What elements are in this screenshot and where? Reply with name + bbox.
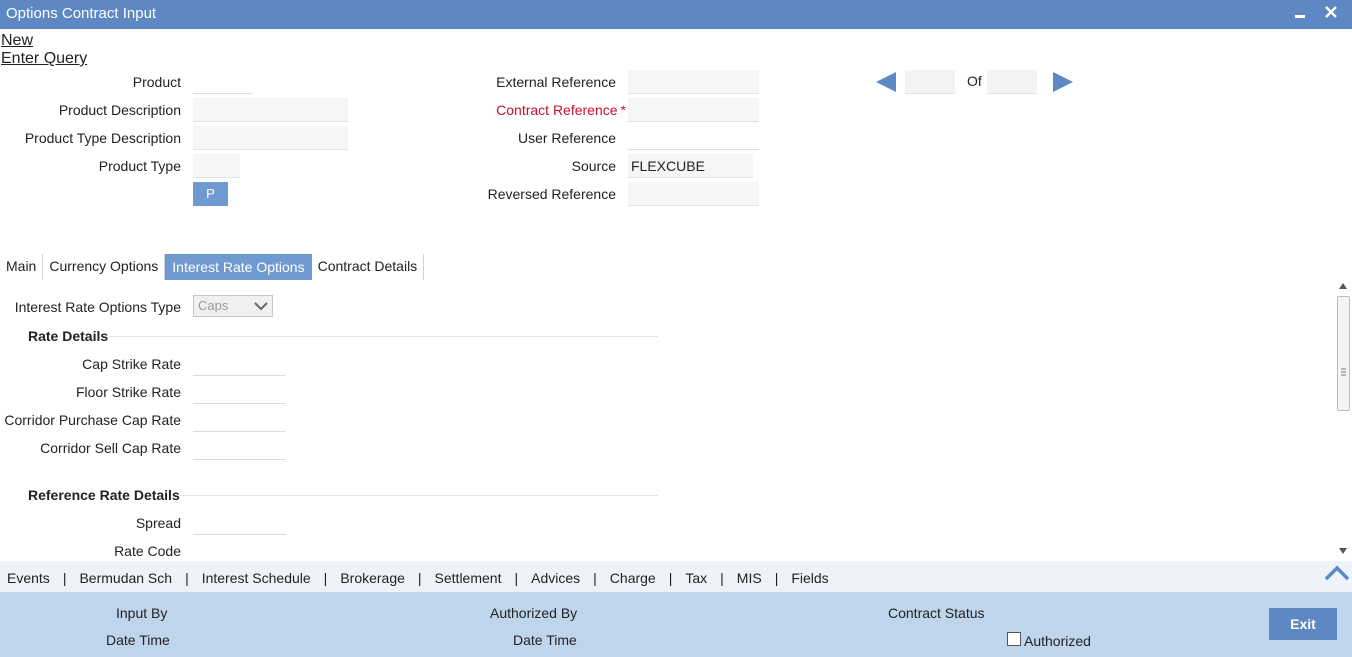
product-lookup-button[interactable]: P: [193, 182, 228, 206]
external-reference-field[interactable]: [628, 70, 759, 94]
minimize-icon[interactable]: [1289, 2, 1311, 24]
product-type-label: Product Type: [98, 158, 181, 174]
separator: |: [593, 570, 597, 586]
arrow-right-icon[interactable]: [1051, 70, 1075, 94]
chevron-up-icon[interactable]: [1324, 563, 1350, 583]
reversed-reference-field[interactable]: [628, 182, 759, 206]
link-events[interactable]: Events: [7, 570, 50, 586]
window-title-bar: Options Contract Input: [0, 0, 1352, 29]
corridor-purchase-cap-rate-input[interactable]: [193, 408, 286, 432]
tab-contract-details[interactable]: Contract Details: [312, 254, 425, 280]
separator: |: [417, 570, 422, 586]
interest-rate-options-type-value: Caps: [198, 298, 229, 313]
corridor-sell-cap-rate-label: Corridor Sell Cap Rate: [40, 440, 181, 456]
audit-footer: Input By Date Time Authorized By Date Ti…: [0, 592, 1352, 657]
separator: |: [62, 570, 67, 586]
product-description-field[interactable]: [193, 98, 348, 122]
scroll-up-icon[interactable]: [1339, 283, 1347, 289]
corridor-sell-cap-rate-input[interactable]: [193, 436, 286, 460]
link-brokerage[interactable]: Brokerage: [340, 570, 405, 586]
link-charge[interactable]: Charge: [610, 570, 656, 586]
required-marker: *: [620, 102, 626, 118]
tab-currency-options[interactable]: Currency Options: [43, 254, 166, 280]
contract-reference-field[interactable]: [628, 98, 759, 122]
grip-icon: [1341, 368, 1346, 376]
authorized-date-time-label: Date Time: [513, 632, 577, 648]
reference-rate-details-heading: Reference Rate Details: [28, 487, 180, 503]
link-bermudan-sch[interactable]: Bermudan Sch: [79, 570, 172, 586]
total-records-field[interactable]: [987, 70, 1037, 94]
chevron-down-icon: [254, 302, 268, 311]
user-reference-input[interactable]: [628, 126, 759, 150]
product-description-label: Product Description: [58, 102, 181, 118]
tab-bar: Main Currency Options Interest Rate Opti…: [0, 254, 425, 280]
link-mis[interactable]: MIS: [737, 570, 762, 586]
input-by-label: Input By: [116, 605, 168, 621]
separator: |: [185, 570, 189, 586]
scroll-down-icon[interactable]: [1339, 548, 1347, 554]
input-date-time-label: Date Time: [106, 632, 170, 648]
tab-main[interactable]: Main: [0, 254, 44, 280]
separator: |: [774, 570, 779, 586]
source-field[interactable]: [628, 154, 753, 178]
corridor-purchase-cap-rate-label: Corridor Purchase Cap Rate: [4, 412, 181, 428]
contract-reference-label-text: Contract Reference: [496, 102, 618, 118]
new-link[interactable]: New: [1, 32, 33, 50]
rate-code-label: Rate Code: [114, 543, 181, 559]
floor-strike-rate-label: Floor Strike Rate: [75, 384, 181, 400]
link-advices[interactable]: Advices: [531, 570, 580, 586]
separator: |: [720, 570, 724, 586]
separator: |: [323, 570, 328, 586]
authorized-by-label: Authorized By: [490, 605, 578, 621]
product-label: Product: [132, 74, 181, 90]
tab-interest-rate-options[interactable]: Interest Rate Options: [165, 254, 312, 280]
rate-details-divider: [110, 336, 658, 337]
spread-input[interactable]: [193, 511, 286, 535]
source-label: Source: [571, 158, 616, 174]
enter-query-link[interactable]: Enter Query: [1, 50, 87, 68]
interest-rate-options-type-label: Interest Rate Options Type: [14, 299, 181, 315]
reversed-reference-label: Reversed Reference: [487, 186, 616, 202]
product-type-field[interactable]: [193, 154, 240, 178]
interest-rate-options-type-select[interactable]: Caps: [193, 295, 273, 317]
authorized-label: Authorized: [1024, 633, 1091, 649]
link-interest-schedule[interactable]: Interest Schedule: [202, 570, 311, 586]
bottom-links-bar: Events | Bermudan Sch | Interest Schedul…: [0, 561, 1352, 592]
exit-button[interactable]: Exit: [1269, 608, 1337, 640]
scroll-thumb[interactable]: [1337, 296, 1350, 411]
link-settlement[interactable]: Settlement: [435, 570, 502, 586]
spread-label: Spread: [135, 515, 181, 531]
arrow-left-icon[interactable]: [874, 70, 898, 94]
close-icon[interactable]: [1320, 2, 1342, 24]
contract-status-label: Contract Status: [888, 605, 985, 621]
product-type-description-label: Product Type Description: [24, 130, 181, 146]
link-fields[interactable]: Fields: [791, 570, 828, 586]
product-input[interactable]: [193, 70, 252, 94]
user-reference-label: User Reference: [517, 130, 616, 146]
content-scrollbar[interactable]: [1335, 278, 1352, 560]
product-type-description-field[interactable]: [193, 126, 348, 150]
link-tax[interactable]: Tax: [685, 570, 707, 586]
cap-strike-rate-label: Cap Strike Rate: [82, 356, 181, 372]
window-title: Options Contract Input: [6, 5, 157, 22]
external-reference-label: External Reference: [496, 74, 616, 90]
cap-strike-rate-input[interactable]: [193, 352, 286, 376]
separator: |: [668, 570, 673, 586]
rate-details-heading: Rate Details: [28, 328, 109, 344]
separator: |: [514, 570, 519, 586]
authorized-checkbox[interactable]: [1007, 632, 1021, 646]
reference-rate-details-divider: [180, 495, 658, 496]
contract-reference-label: Contract Reference *: [496, 102, 626, 118]
current-record-field[interactable]: [905, 70, 955, 94]
of-label: Of: [967, 73, 982, 89]
floor-strike-rate-input[interactable]: [193, 380, 286, 404]
